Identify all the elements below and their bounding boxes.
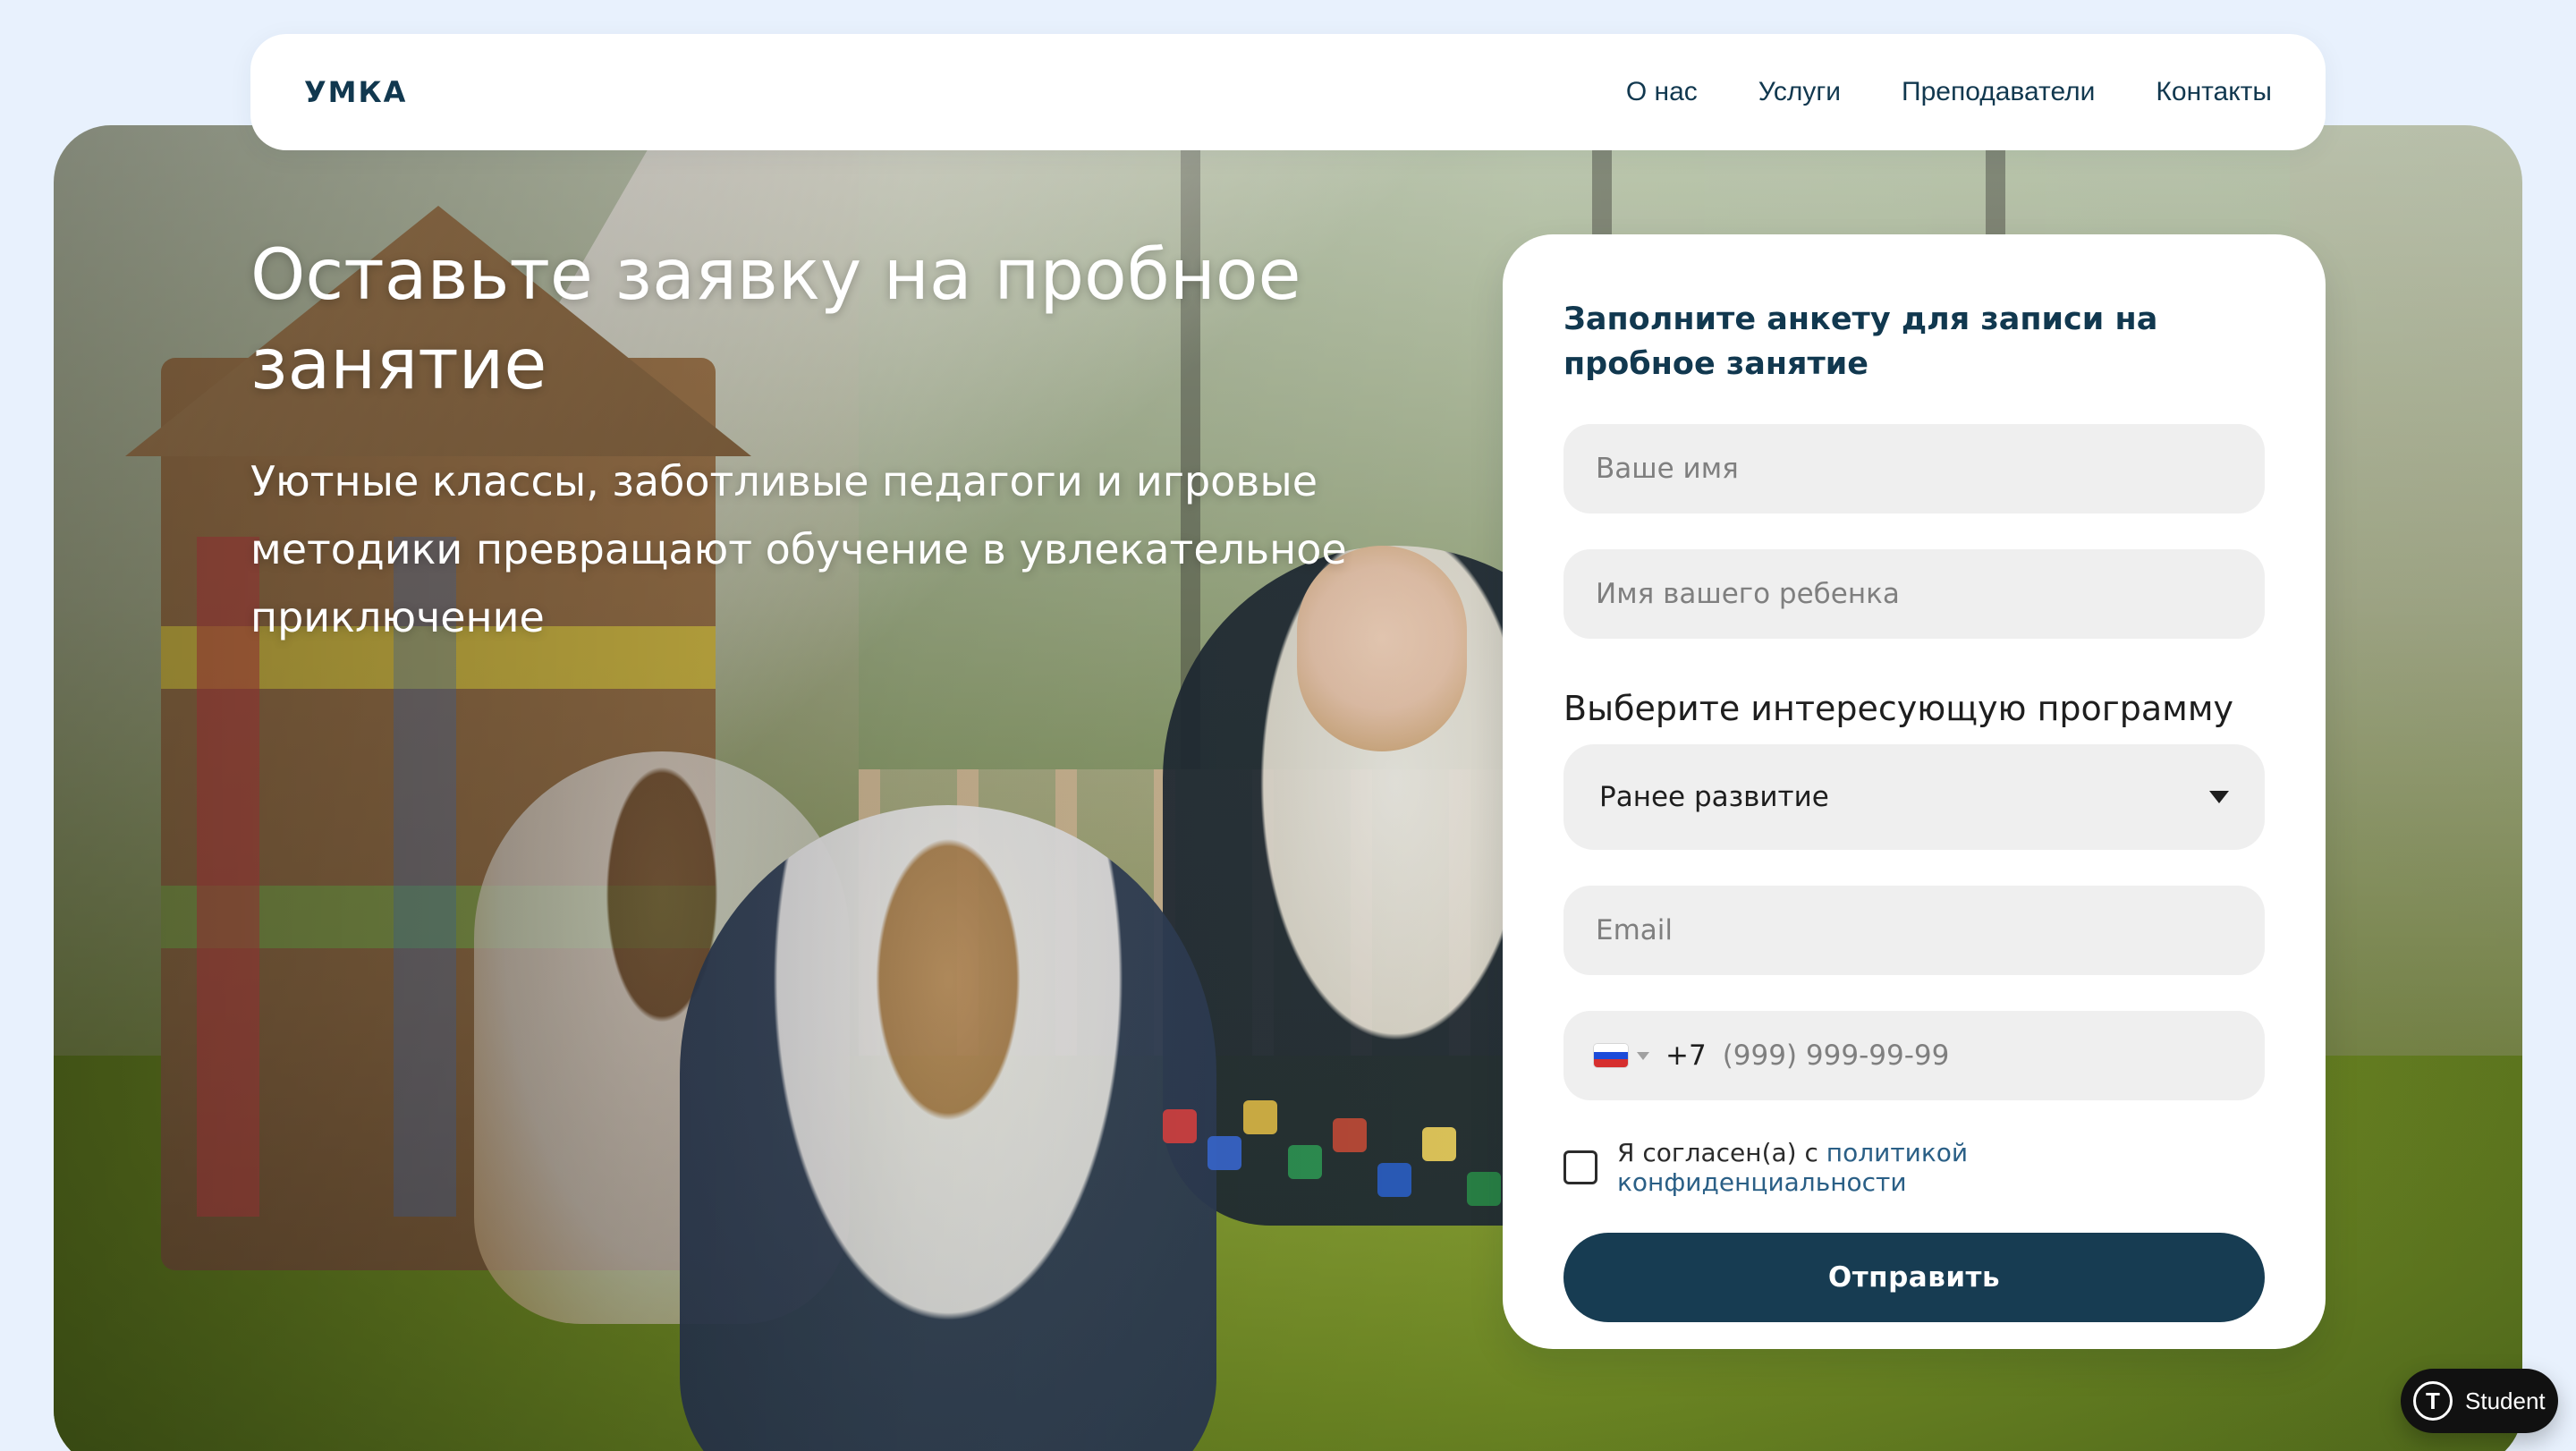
nav-contacts[interactable]: Контакты bbox=[2156, 77, 2272, 107]
program-selected-value: Ранее развитие bbox=[1599, 781, 1829, 813]
student-icon: T bbox=[2413, 1381, 2453, 1421]
trial-form-card: Заполните анкету для записи на пробное з… bbox=[1503, 234, 2326, 1349]
consent-prefix: Я согласен(а) с bbox=[1617, 1138, 1818, 1167]
submit-button[interactable]: Отправить bbox=[1563, 1233, 2265, 1322]
russia-flag-icon[interactable] bbox=[1594, 1044, 1628, 1067]
hero-subtitle: Уютные классы, заботливые педагоги и игр… bbox=[250, 457, 1347, 641]
program-label: Выберите интересующую программу bbox=[1563, 689, 2233, 728]
consent-row: Я согласен(а) с политикой конфиденциальн… bbox=[1563, 1138, 2265, 1197]
chevron-down-icon bbox=[1637, 1051, 1649, 1060]
form-title: Заполните анкету для записи на пробное з… bbox=[1563, 301, 2158, 382]
nav-teachers[interactable]: Преподаватели bbox=[1902, 77, 2095, 107]
top-navbar: УМКА О нас Услуги Преподаватели Контакты bbox=[250, 34, 2326, 150]
student-badge[interactable]: T Student bbox=[2401, 1369, 2558, 1433]
logo[interactable]: УМКА bbox=[304, 75, 407, 109]
nav-about[interactable]: О нас bbox=[1626, 77, 1698, 107]
page-root: УМКА О нас Услуги Преподаватели Контакты… bbox=[0, 0, 2576, 1451]
consent-text: Я согласен(а) с политикой конфиденциальн… bbox=[1617, 1138, 2265, 1197]
child-name-input[interactable] bbox=[1563, 549, 2265, 639]
program-select[interactable]: Ранее развитие bbox=[1563, 744, 2265, 850]
parent-name-input[interactable] bbox=[1563, 424, 2265, 513]
main-nav: О нас Услуги Преподаватели Контакты bbox=[1626, 77, 2272, 107]
phone-input[interactable] bbox=[1722, 1039, 2188, 1072]
phone-prefix: +7 bbox=[1665, 1039, 1707, 1072]
student-badge-label: Student bbox=[2465, 1387, 2546, 1414]
consent-checkbox[interactable] bbox=[1563, 1150, 1597, 1184]
nav-services[interactable]: Услуги bbox=[1758, 77, 1841, 107]
hero-title: Оставьте заявку на пробное занятие bbox=[250, 235, 1301, 405]
email-input[interactable] bbox=[1563, 886, 2265, 975]
phone-field: +7 bbox=[1563, 1011, 2265, 1100]
chevron-down-icon bbox=[2209, 791, 2229, 803]
